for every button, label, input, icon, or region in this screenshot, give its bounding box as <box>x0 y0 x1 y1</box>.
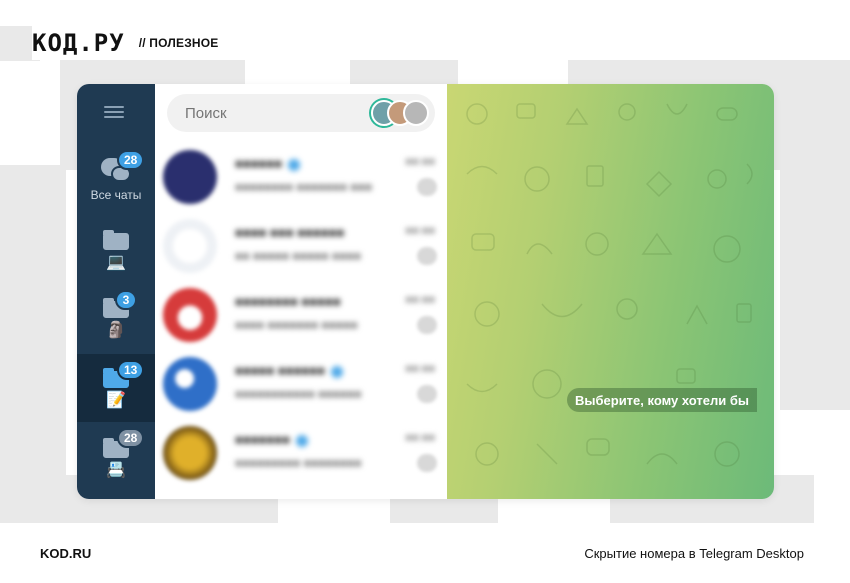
moai-icon: 🗿 <box>106 322 126 339</box>
stories-avatars-icon[interactable] <box>371 100 429 126</box>
unread-badge: 3 <box>115 290 137 310</box>
unread-badge: 13 <box>117 360 145 380</box>
chat-title: ■■■■■■■■ ■■■■■ <box>235 294 341 309</box>
chat-title: ■■■■ ■■■ ■■■■■■ <box>235 225 345 240</box>
site-header: КОД.РУ // ПОЛЕЗНОЕ <box>32 26 229 60</box>
chat-preview: ■■■■■■■■ ■■■■■■■ ■■■ <box>235 180 373 194</box>
chat-list: ■■■■■■ ■■■■■■■■ ■■■■■■■ ■■■ ■■:■■ ■■■■ ■… <box>155 84 447 499</box>
chat-time: ■■:■■ <box>405 363 435 375</box>
unread-counter <box>417 316 437 334</box>
decor-block <box>780 165 850 410</box>
chat-row[interactable]: ■■■■ ■■■ ■■■■■■ ■■ ■■■■■ ■■■■■ ■■■■ ■■:■… <box>155 211 447 280</box>
unread-counter <box>417 247 437 265</box>
footer-article-title: Скрытие номера в Telegram Desktop <box>584 546 804 561</box>
chat-row[interactable]: ■■■■■■■■ ■■■■■ ■■■■ ■■■■■■■ ■■■■■ ■■:■■ <box>155 280 447 349</box>
telegram-window: 28 Все чаты 💻 3 🗿 13 📝 28 📇 Поиск ■■■■■■… <box>77 84 774 499</box>
folder-rail: 28 Все чаты 💻 3 🗿 13 📝 28 📇 <box>77 84 155 499</box>
rubric-label[interactable]: // ПОЛЕЗНОЕ <box>139 36 219 50</box>
chat-row[interactable]: ■■■■■■■ ■■■■■■■■■ ■■■■■■■■ ■■:■■ <box>155 418 447 487</box>
unread-badge: 28 <box>117 150 145 170</box>
verified-icon <box>295 434 308 447</box>
select-chat-hint: Выберите, кому хотели бы <box>567 388 758 412</box>
chat-row[interactable]: ■■■■■■ ■■■■■■■■ ■■■■■■■ ■■■ ■■:■■ <box>155 142 447 211</box>
chat-avatar <box>163 357 217 411</box>
folder-contacts[interactable]: 28 📇 <box>77 428 155 490</box>
chat-avatar <box>163 288 217 342</box>
chat-time: ■■:■■ <box>405 156 435 168</box>
folder-icon <box>103 230 129 250</box>
article-illustration: КОД.РУ // ПОЛЕЗНОЕ 28 Все чаты 💻 3 🗿 13 … <box>0 0 850 583</box>
chat-avatar <box>163 426 217 480</box>
folder-moai[interactable]: 3 🗿 <box>77 290 155 354</box>
chat-avatar <box>163 219 217 273</box>
unread-counter <box>417 385 437 403</box>
chat-title: ■■■■■■■ <box>235 432 308 447</box>
chat-avatar <box>163 150 217 204</box>
decor-block <box>0 165 66 475</box>
unread-badge: 28 <box>117 428 145 448</box>
folder-label: Все чаты <box>90 188 142 202</box>
verified-icon <box>330 365 343 378</box>
doodle-pattern <box>466 103 753 467</box>
footer-site-name[interactable]: KOD.RU <box>40 546 91 561</box>
chat-preview: ■■ ■■■■■ ■■■■■ ■■■■ <box>235 249 361 263</box>
site-logo[interactable]: КОД.РУ <box>32 29 125 57</box>
hamburger-icon[interactable] <box>104 104 126 120</box>
card-index-icon: 📇 <box>106 462 126 479</box>
chat-time: ■■:■■ <box>405 225 435 237</box>
chat-preview: ■■■■■■■■■ ■■■■■■■■ <box>235 456 362 470</box>
story-avatar[interactable] <box>403 100 429 126</box>
chat-preview: ■■■■ ■■■■■■■ ■■■■■ <box>235 318 358 332</box>
chat-row[interactable]: ■■■■■ ■■■■■■ ■■■■■■■■■■■ ■■■■■■ ■■:■■ <box>155 349 447 418</box>
unread-counter <box>417 454 437 472</box>
unread-counter <box>417 178 437 196</box>
chat-time: ■■:■■ <box>405 432 435 444</box>
folder-notes[interactable]: 13 📝 <box>77 354 155 422</box>
chat-wallpaper: Выберите, кому хотели бы <box>447 84 774 499</box>
search-bar <box>167 94 435 132</box>
chat-title: ■■■■■■ <box>235 156 301 171</box>
chat-title: ■■■■■ ■■■■■■ <box>235 363 343 378</box>
folder-computer[interactable]: 💻 <box>77 224 155 284</box>
folder-all-chats[interactable]: 28 Все чаты <box>77 150 155 210</box>
verified-icon <box>288 158 301 171</box>
memo-icon: 📝 <box>106 392 126 409</box>
laptop-icon: 💻 <box>106 254 126 271</box>
chat-preview: ■■■■■■■■■■■ ■■■■■■ <box>235 387 362 401</box>
chat-time: ■■:■■ <box>405 294 435 306</box>
search-input[interactable] <box>185 104 345 122</box>
